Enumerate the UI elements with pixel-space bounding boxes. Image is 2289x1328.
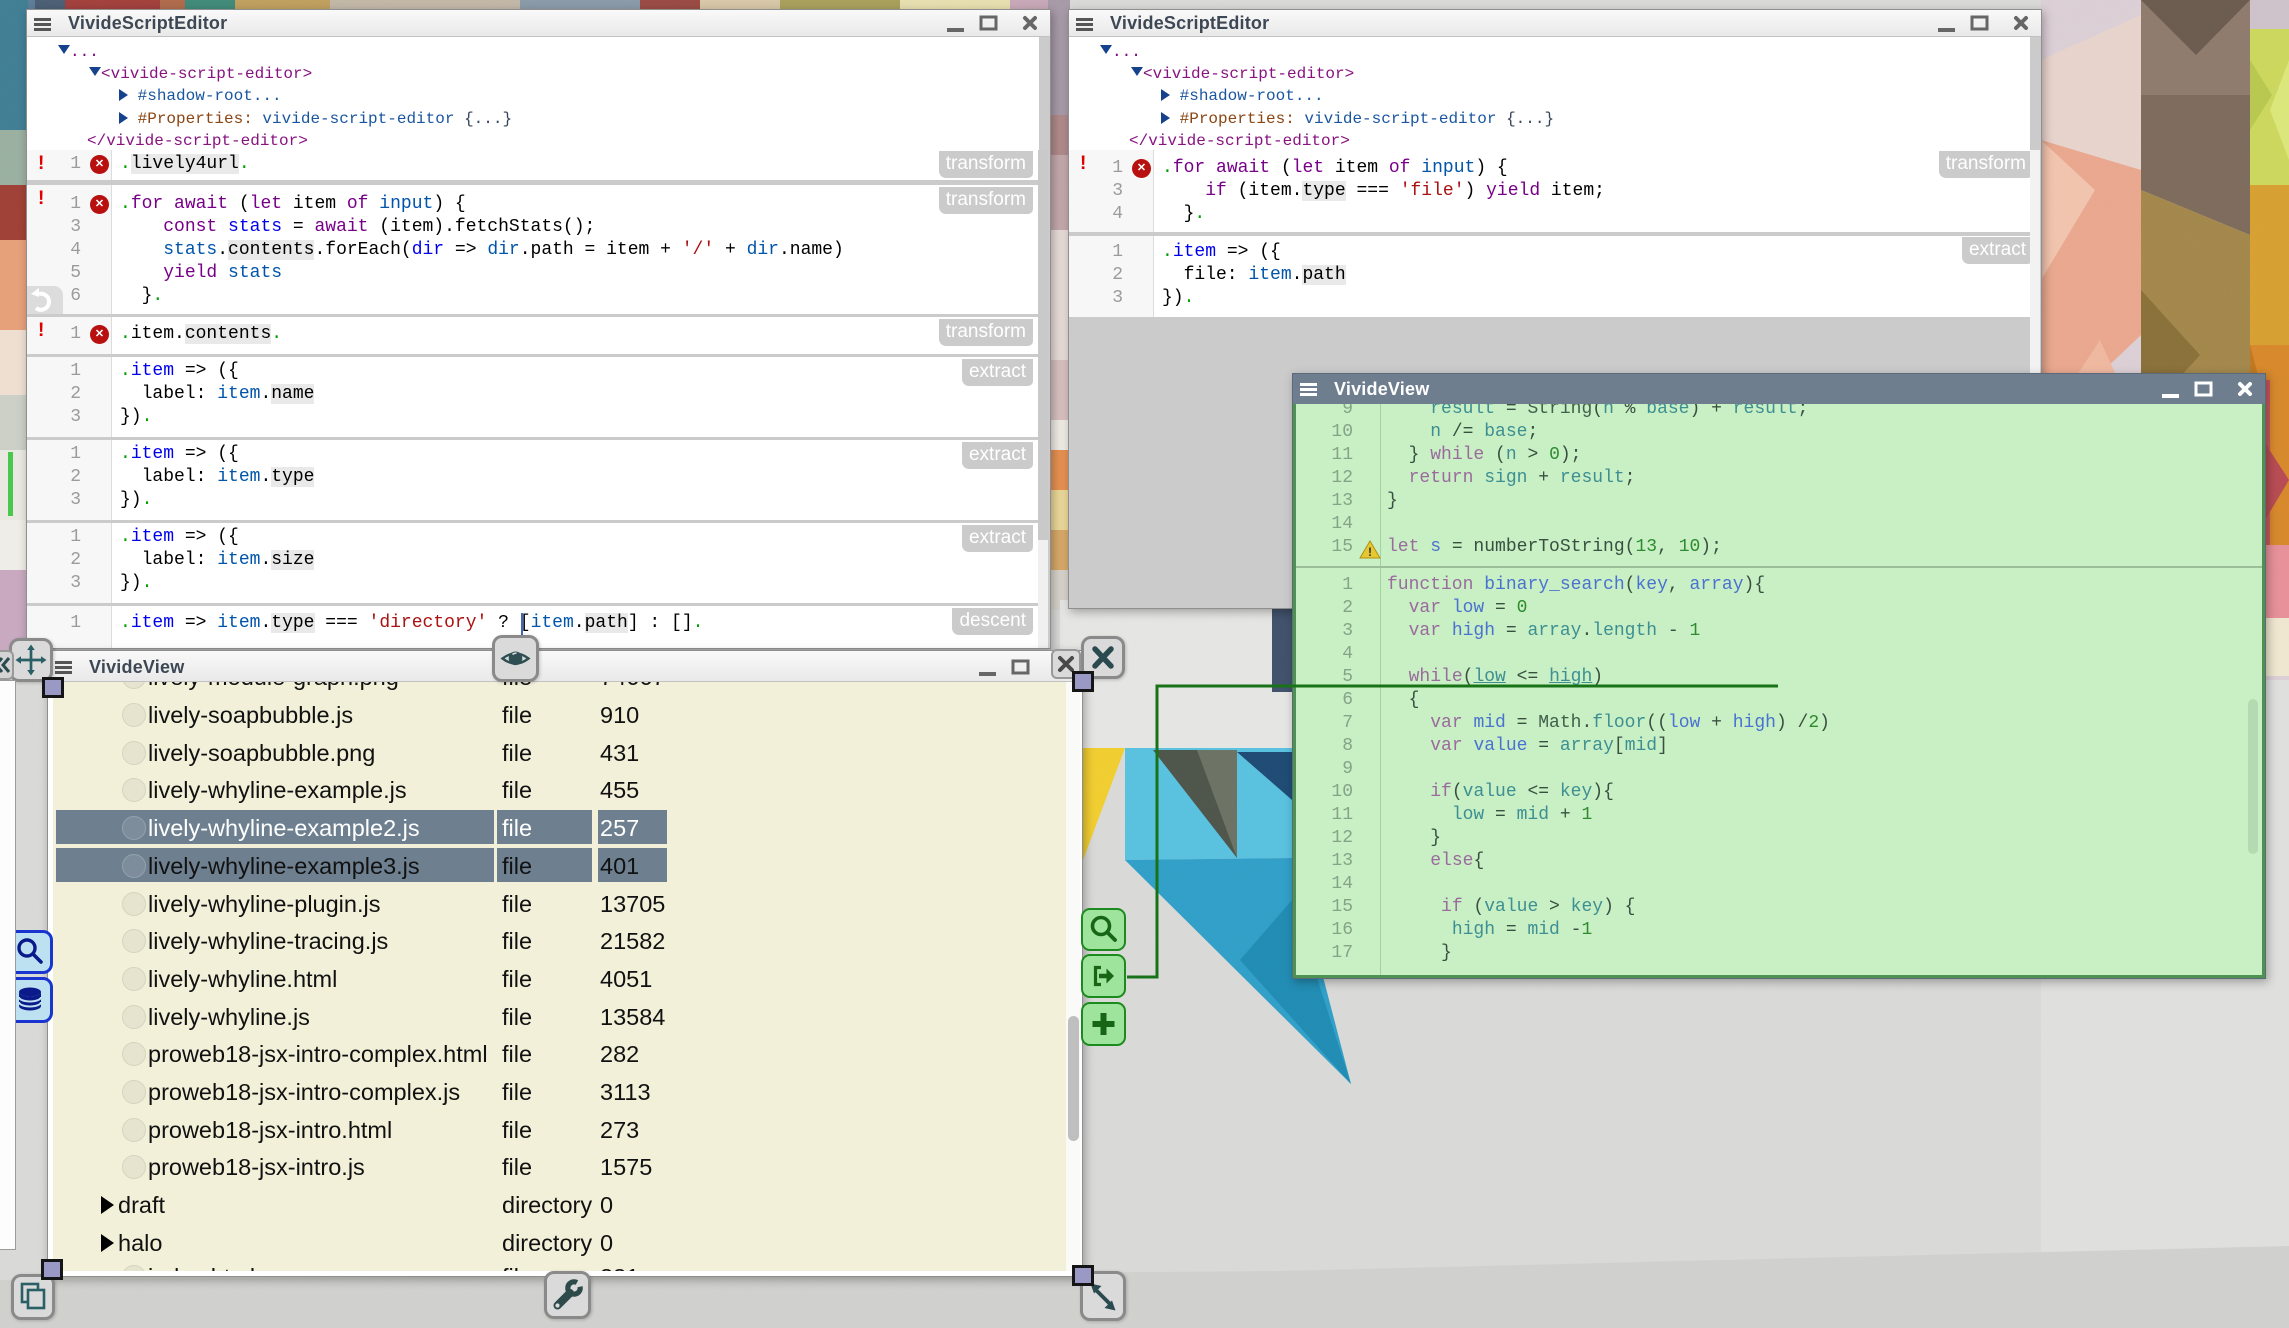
svg-text:!: ! [1368, 545, 1372, 559]
